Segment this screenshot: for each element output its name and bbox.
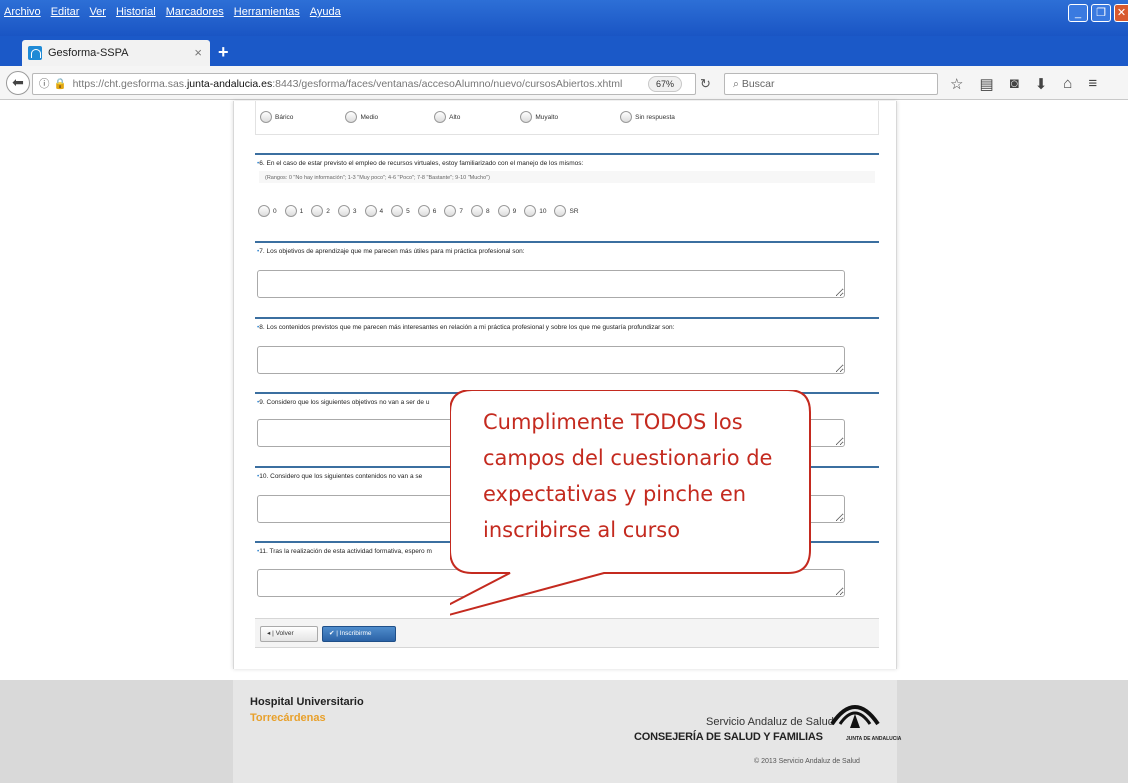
question-6-block: •6. En el caso de estar previsto el empl… bbox=[255, 153, 879, 229]
label-basico: Bárico bbox=[275, 113, 294, 121]
question-10-title: 10. Considero que los siguientes conteni… bbox=[259, 473, 423, 480]
url-domain: junta-andalucia.es bbox=[186, 78, 273, 90]
navigation-bar: ⬅ ⓘ 🔒 https://cht.gesforma.sas.junta-andal… bbox=[0, 66, 1128, 100]
radio-alto[interactable] bbox=[434, 111, 447, 123]
copyright-text: © 2013 Servicio Andaluz de Salud bbox=[754, 758, 860, 765]
question-7-block: •7. Los objetivos de aprendizaje que me … bbox=[255, 241, 879, 305]
url-bar[interactable]: ⓘ 🔒 https://cht.gesforma.sas.junta-andaluc… bbox=[32, 73, 696, 95]
sas-label: Servicio Andaluz de Salud bbox=[706, 716, 834, 728]
close-window-button[interactable]: ✕ bbox=[1114, 4, 1128, 22]
new-tab-icon[interactable]: + bbox=[218, 42, 229, 63]
checkmark-icon: ✔ | bbox=[329, 630, 340, 637]
label-alto: Alto bbox=[449, 113, 461, 121]
consejeria-label: CONSEJERÍA DE SALUD Y FAMILIAS bbox=[634, 731, 823, 743]
callout-text: Cumplimente TODOS los campos del cuestio… bbox=[483, 410, 773, 542]
hamburger-menu-icon[interactable]: ≡ bbox=[1088, 75, 1097, 93]
radio-muyalto[interactable] bbox=[520, 111, 533, 123]
junta-label: JUNTA DE ANDALUCIA bbox=[846, 736, 902, 742]
info-icon[interactable]: ⓘ bbox=[39, 78, 50, 90]
question-8-textbox[interactable] bbox=[257, 346, 845, 374]
radio-q6-10[interactable] bbox=[524, 205, 537, 217]
radio-q6-sr[interactable] bbox=[554, 205, 567, 217]
tab-strip: Gesforma-SSPA × + bbox=[0, 36, 1128, 66]
volver-button[interactable]: ◂ | Volver bbox=[260, 626, 318, 642]
radio-basico[interactable] bbox=[260, 111, 272, 123]
restore-button[interactable]: ❐ bbox=[1091, 4, 1111, 22]
menu-herramientas[interactable]: Herramientas bbox=[234, 6, 300, 18]
radio-q6-2[interactable] bbox=[311, 205, 324, 217]
level-question-block: Bárico Medio Alto Muyalto Sin respuesta bbox=[255, 101, 879, 135]
radio-sin-respuesta[interactable] bbox=[620, 111, 633, 123]
minimize-button[interactable]: _ bbox=[1068, 4, 1088, 22]
search-icon: ⌕ bbox=[733, 78, 739, 90]
tab-gesforma[interactable]: Gesforma-SSPA × bbox=[22, 40, 210, 66]
question-6-title: 6. En el caso de estar previsto el emple… bbox=[259, 160, 584, 167]
label-medio: Medio bbox=[360, 113, 379, 121]
back-triangle-icon: ◂ | bbox=[267, 630, 276, 637]
radio-q6-7[interactable] bbox=[444, 205, 457, 217]
wifi-favicon-icon bbox=[28, 46, 42, 60]
back-arrow-icon[interactable]: ⬅ bbox=[6, 71, 30, 95]
menu-archivo[interactable]: Archivo bbox=[4, 6, 41, 18]
radio-q6-6[interactable] bbox=[417, 205, 430, 217]
label-muyalto: Muyalto bbox=[535, 113, 559, 121]
toolbar-icons: ☆ ▤ ◙ ⬇ ⌂ ≡ bbox=[950, 75, 1097, 93]
menu-historial[interactable]: Historial bbox=[116, 6, 156, 18]
bookmark-star-icon[interactable]: ☆ bbox=[950, 75, 963, 93]
question-8-title: 8. Los contenidos previstos que me parec… bbox=[259, 324, 675, 331]
question-11-title: 11. Tras la realización de esta activida… bbox=[259, 548, 432, 555]
zoom-indicator[interactable]: 67% bbox=[648, 76, 682, 92]
search-placeholder: Buscar bbox=[741, 78, 775, 90]
radio-medio[interactable] bbox=[345, 111, 358, 123]
radio-q6-1[interactable] bbox=[284, 205, 297, 217]
menu-marcadores[interactable]: Marcadores bbox=[166, 6, 224, 18]
home-icon[interactable]: ⌂ bbox=[1063, 75, 1072, 93]
label-sin-respuesta: Sin respuesta bbox=[635, 113, 675, 121]
question-7-textbox[interactable] bbox=[257, 270, 845, 298]
close-tab-icon[interactable]: × bbox=[194, 45, 202, 60]
radio-q6-5[interactable] bbox=[391, 205, 404, 217]
question-8-block: •8. Los contenidos previstos que me pare… bbox=[255, 317, 879, 381]
tab-title: Gesforma-SSPA bbox=[48, 47, 129, 59]
menu-editar[interactable]: Editar bbox=[51, 6, 80, 18]
download-icon[interactable]: ⬇ bbox=[1035, 75, 1048, 93]
bookmarks-library-icon[interactable]: ▤ bbox=[979, 75, 993, 93]
radio-q6-3[interactable] bbox=[337, 205, 350, 217]
url-suffix: :8443/gesforma/faces/ventanas/accesoAlum… bbox=[272, 78, 623, 90]
radio-q6-8[interactable] bbox=[471, 205, 483, 217]
search-field[interactable]: ⌕ Buscar bbox=[724, 73, 938, 95]
hospital-name-line2: Torrecárdenas bbox=[250, 712, 326, 724]
inscribirme-button[interactable]: ✔ | Inscribirme bbox=[322, 626, 396, 642]
menu-ver[interactable]: Ver bbox=[89, 6, 106, 18]
reload-icon[interactable]: ↻ bbox=[700, 76, 711, 92]
lock-icon[interactable]: 🔒 bbox=[54, 78, 67, 90]
url-prefix: https://cht.gesforma.sas. bbox=[72, 78, 187, 90]
hospital-name-line1: Hospital Universitario bbox=[250, 696, 364, 708]
radio-q6-4[interactable] bbox=[364, 205, 377, 217]
menu-ayuda[interactable]: Ayuda bbox=[310, 6, 341, 18]
question-7-title: 7. Los objetivos de aprendizaje que me p… bbox=[259, 248, 525, 255]
radio-q6-0[interactable] bbox=[258, 205, 270, 217]
window-controls: _ ❐ ✕ bbox=[1068, 4, 1128, 22]
question-9-title: 9. Considero que los siguientes objetivo… bbox=[259, 399, 430, 406]
window-titlebar: Archivo Editar Ver Historial Marcadores … bbox=[0, 0, 1128, 36]
pocket-icon[interactable]: ◙ bbox=[1010, 75, 1019, 93]
menu-bar: Archivo Editar Ver Historial Marcadores … bbox=[4, 6, 341, 18]
radio-q6-9[interactable] bbox=[497, 205, 510, 217]
question-6-hint: (Rangos: 0 "No hay información"; 1-3 "Mu… bbox=[259, 171, 875, 183]
junta-andalucia-logo-icon bbox=[830, 705, 880, 728]
